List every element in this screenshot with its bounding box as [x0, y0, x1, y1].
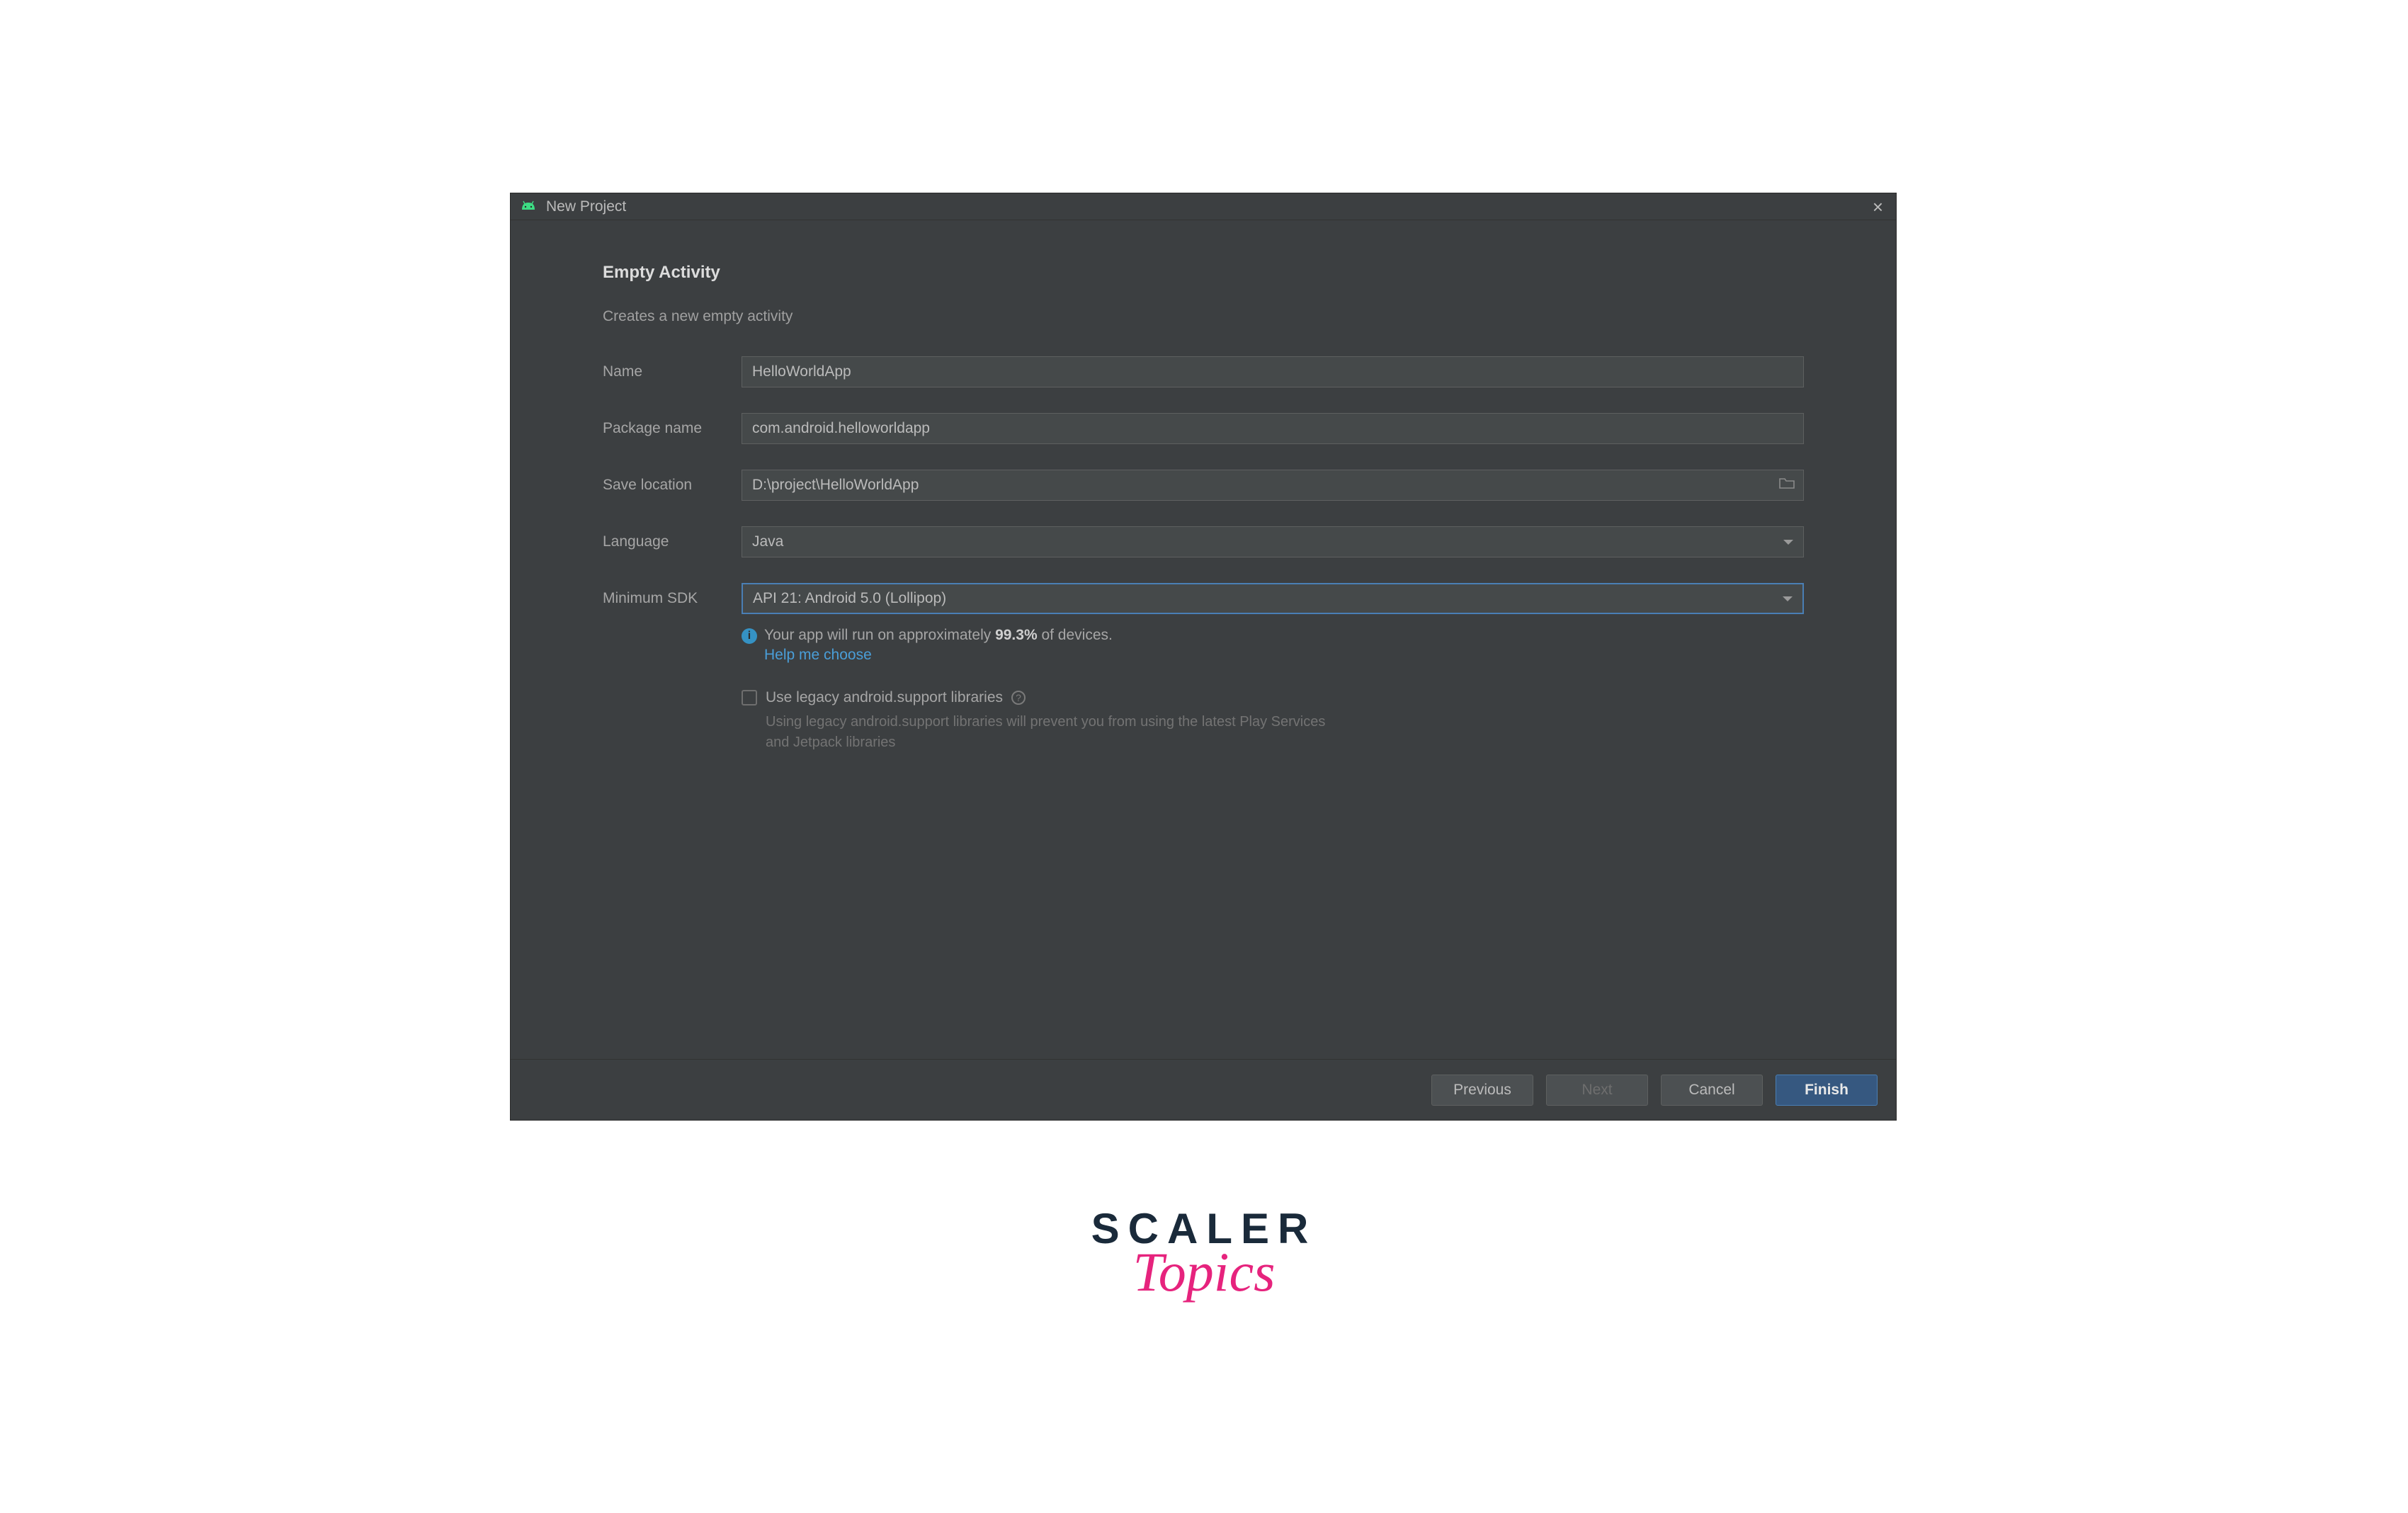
row-minimum-sdk: Minimum SDK API 21: Android 5.0 (Lollipo… — [603, 583, 1804, 614]
save-location-label: Save location — [603, 477, 742, 494]
legacy-checkbox[interactable] — [742, 690, 757, 706]
package-value: com.android.helloworldapp — [752, 420, 930, 437]
minimum-sdk-label: Minimum SDK — [603, 590, 742, 607]
close-icon[interactable]: × — [1868, 198, 1887, 216]
help-icon[interactable]: ? — [1011, 691, 1026, 705]
save-location-value: D:\project\HelloWorldApp — [752, 477, 919, 494]
titlebar: New Project × — [511, 193, 1896, 220]
window-title: New Project — [546, 198, 1868, 215]
folder-icon[interactable] — [1779, 477, 1795, 494]
language-value: Java — [752, 533, 783, 550]
sdk-info-block: i Your app will run on approximately 99.… — [742, 627, 1804, 664]
row-language: Language Java — [603, 526, 1804, 557]
minimum-sdk-select[interactable]: API 21: Android 5.0 (Lollipop) — [742, 583, 1804, 614]
package-input[interactable]: com.android.helloworldapp — [742, 413, 1804, 444]
android-icon — [519, 200, 538, 214]
button-bar: Previous Next Cancel Finish — [511, 1059, 1896, 1120]
watermark: SCALER Topics — [1091, 1204, 1317, 1304]
name-value: HelloWorldApp — [752, 363, 851, 380]
package-label: Package name — [603, 420, 742, 437]
dialog-content: Empty Activity Creates a new empty activ… — [511, 220, 1896, 1059]
save-location-input[interactable]: D:\project\HelloWorldApp — [742, 470, 1804, 501]
name-input[interactable]: HelloWorldApp — [742, 356, 1804, 387]
name-label: Name — [603, 363, 742, 380]
page-subtext: Creates a new empty activity — [603, 308, 1804, 325]
sdk-info-pct: 99.3% — [995, 627, 1038, 643]
minimum-sdk-value: API 21: Android 5.0 (Lollipop) — [753, 590, 946, 607]
legacy-checkbox-row: Use legacy android.support libraries ? — [742, 689, 1804, 706]
language-label: Language — [603, 533, 742, 550]
finish-button[interactable]: Finish — [1776, 1075, 1878, 1106]
legacy-subtext: Using legacy android.support libraries w… — [766, 712, 1346, 753]
help-me-choose-link[interactable]: Help me choose — [764, 647, 872, 664]
chevron-down-icon — [1783, 540, 1793, 545]
sdk-info-text: Your app will run on approximately 99.3%… — [764, 627, 1113, 644]
row-name: Name HelloWorldApp — [603, 356, 1804, 387]
legacy-label: Use legacy android.support libraries — [766, 689, 1003, 706]
chevron-down-icon — [1783, 596, 1793, 601]
row-save-location: Save location D:\project\HelloWorldApp — [603, 470, 1804, 501]
language-select[interactable]: Java — [742, 526, 1804, 557]
cancel-button[interactable]: Cancel — [1661, 1075, 1763, 1106]
page-heading: Empty Activity — [603, 263, 1804, 283]
next-button: Next — [1546, 1075, 1648, 1106]
row-package: Package name com.android.helloworldapp — [603, 413, 1804, 444]
info-icon: i — [742, 628, 757, 644]
previous-button[interactable]: Previous — [1431, 1075, 1533, 1106]
legacy-block: Use legacy android.support libraries ? U… — [742, 689, 1804, 753]
sdk-info-suffix: of devices. — [1038, 627, 1113, 643]
new-project-dialog: New Project × Empty Activity Creates a n… — [510, 193, 1897, 1121]
sdk-info-prefix: Your app will run on approximately — [764, 627, 995, 643]
sdk-info-line: i Your app will run on approximately 99.… — [742, 627, 1804, 644]
